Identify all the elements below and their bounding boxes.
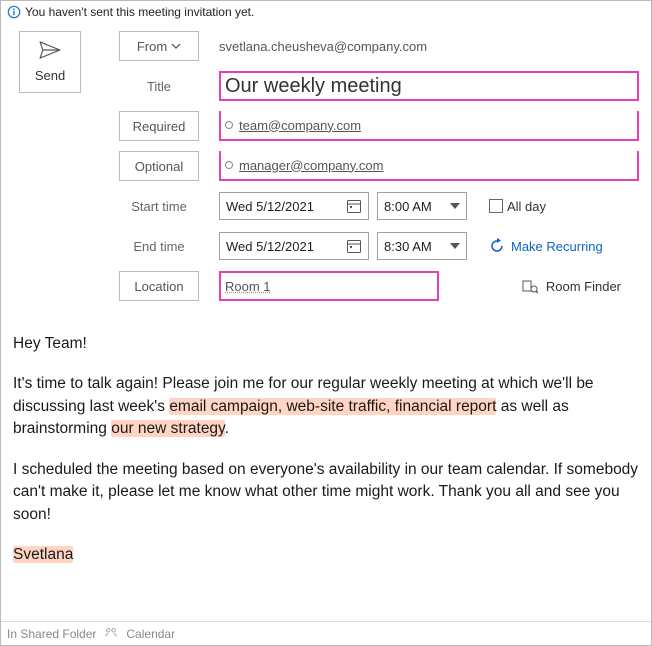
start-date-input[interactable]: Wed 5/12/2021 (219, 192, 369, 220)
meeting-body[interactable]: Hey Team! It's time to talk again! Pleas… (1, 311, 651, 595)
room-finder-icon (522, 278, 538, 294)
highlight-strategy: our new strategy (111, 420, 224, 437)
presence-icon (225, 161, 233, 169)
optional-email[interactable]: manager@company.com (239, 158, 383, 173)
start-time-label: Start time (119, 191, 199, 221)
chevron-down-icon (171, 41, 181, 51)
body-paragraph-2: I scheduled the meeting based on everyon… (13, 459, 639, 526)
body-paragraph-1: It's time to talk again! Please join me … (13, 373, 639, 440)
checkbox-icon (489, 199, 503, 213)
make-recurring-link[interactable]: Make Recurring (489, 238, 603, 254)
location-input[interactable]: Room 1 (219, 271, 439, 301)
send-icon (39, 41, 61, 62)
status-bar: In Shared Folder Calendar (1, 621, 651, 645)
make-recurring-label: Make Recurring (511, 239, 603, 254)
end-date-input[interactable]: Wed 5/12/2021 (219, 232, 369, 260)
required-button[interactable]: Required (119, 111, 199, 141)
location-value: Room 1 (225, 279, 271, 294)
shared-folder-label: In Shared Folder (7, 627, 96, 641)
start-date-value: Wed 5/12/2021 (226, 199, 314, 214)
end-time-input[interactable]: 8:30 AM (377, 232, 467, 260)
required-email[interactable]: team@company.com (239, 118, 361, 133)
refresh-icon (489, 238, 505, 254)
presence-icon (225, 121, 233, 129)
end-time-value: 8:30 AM (384, 239, 432, 254)
calendar-folder-label: Calendar (126, 627, 175, 641)
room-finder-label: Room Finder (546, 279, 621, 294)
all-day-label: All day (507, 199, 546, 214)
from-button[interactable]: From (119, 31, 199, 61)
calendar-icon (346, 238, 362, 254)
optional-input[interactable]: manager@company.com (219, 151, 639, 181)
start-time-input[interactable]: 8:00 AM (377, 192, 467, 220)
end-date-value: Wed 5/12/2021 (226, 239, 314, 254)
room-finder-button[interactable]: Room Finder (522, 278, 621, 294)
calendar-icon (346, 198, 362, 214)
body-signature: Svetlana (13, 546, 73, 563)
from-value: svetlana.cheusheva@company.com (219, 31, 639, 61)
dropdown-icon (450, 203, 460, 209)
body-greeting: Hey Team! (13, 333, 639, 355)
all-day-checkbox[interactable]: All day (489, 199, 546, 214)
title-input[interactable]: Our weekly meeting (219, 71, 639, 101)
location-button[interactable]: Location (119, 271, 199, 301)
optional-button[interactable]: Optional (119, 151, 199, 181)
end-time-label: End time (119, 231, 199, 261)
info-icon (7, 5, 21, 19)
from-label: From (137, 39, 167, 54)
start-time-value: 8:00 AM (384, 199, 432, 214)
dropdown-icon (450, 243, 460, 249)
send-button[interactable]: Send (19, 31, 81, 93)
send-label: Send (35, 68, 65, 83)
required-input[interactable]: team@company.com (219, 111, 639, 141)
notice-bar: You haven't sent this meeting invitation… (1, 1, 651, 25)
notice-text: You haven't sent this meeting invitation… (25, 5, 254, 19)
title-label: Title (119, 71, 199, 101)
folder-icon (104, 625, 118, 642)
highlight-topics: email campaign, web-site traffic, financ… (169, 398, 496, 415)
